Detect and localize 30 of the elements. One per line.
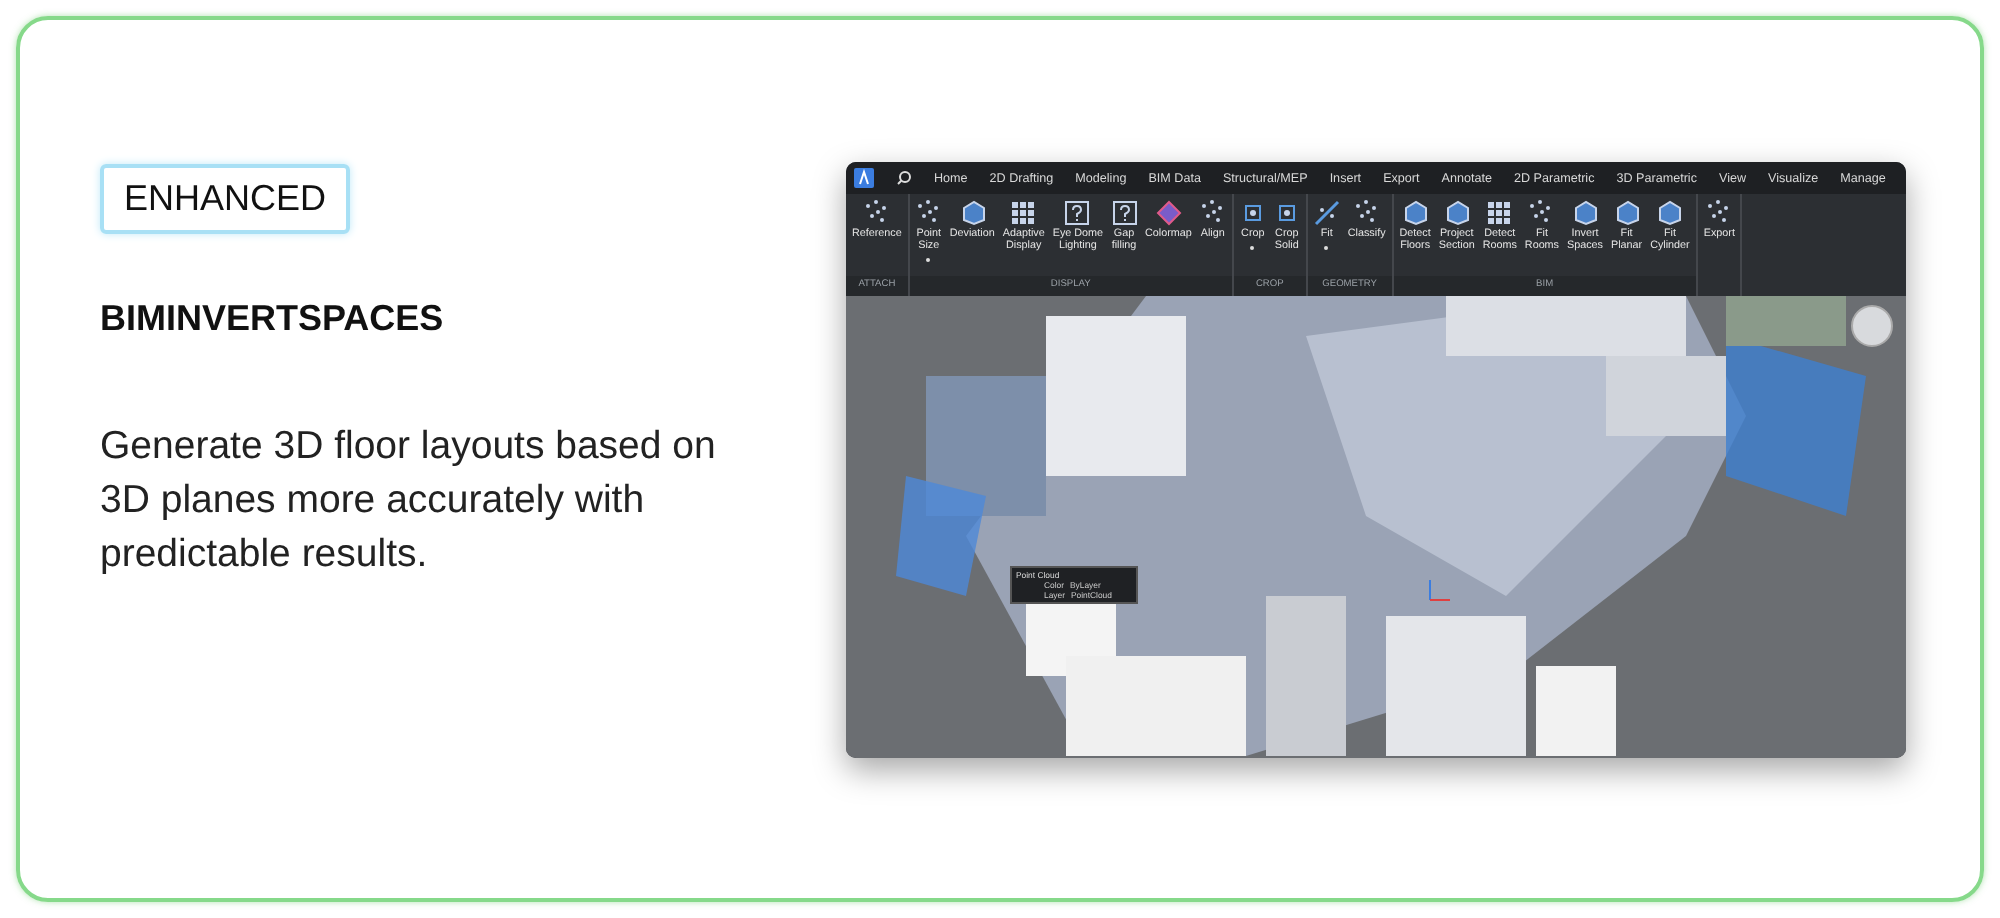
dots-icon: [1528, 200, 1555, 226]
dots-icon: [1199, 200, 1226, 226]
search-icon[interactable]: [896, 170, 912, 186]
box-icon: [1613, 200, 1640, 226]
grid-icon: [1486, 200, 1513, 226]
box-icon: [1656, 200, 1683, 226]
line-icon: [1313, 200, 1340, 226]
feature-title: BIMINVERTSPACES: [100, 298, 444, 340]
dropdown-dot-icon: [1250, 245, 1255, 250]
square-icon: [1239, 200, 1266, 226]
diamond-icon: [1155, 200, 1182, 226]
feature-description: Generate 3D floor layouts based on 3D planes more accurately with predictable results.: [100, 422, 718, 580]
axes-icon: [1426, 576, 1454, 604]
enhanced-badge: ENHANCED: [100, 164, 351, 234]
dots-icon: [863, 200, 890, 226]
grid-icon: [1010, 200, 1037, 226]
app-logo-icon: [854, 168, 874, 188]
view-compass-icon[interactable]: [1850, 304, 1894, 348]
dots-icon: [915, 200, 942, 226]
box-icon: [1402, 200, 1429, 226]
box-icon: [959, 200, 986, 226]
dots-icon: [1353, 200, 1380, 226]
square-icon: [1273, 200, 1300, 226]
dropdown-dot-icon: [1324, 245, 1329, 250]
box-icon: [1571, 200, 1598, 226]
question-icon: [1111, 200, 1138, 226]
dropdown-dot-icon: [926, 257, 931, 262]
box-icon: [1443, 200, 1470, 226]
question-icon: [1064, 200, 1091, 226]
dots-icon: [1706, 200, 1733, 226]
